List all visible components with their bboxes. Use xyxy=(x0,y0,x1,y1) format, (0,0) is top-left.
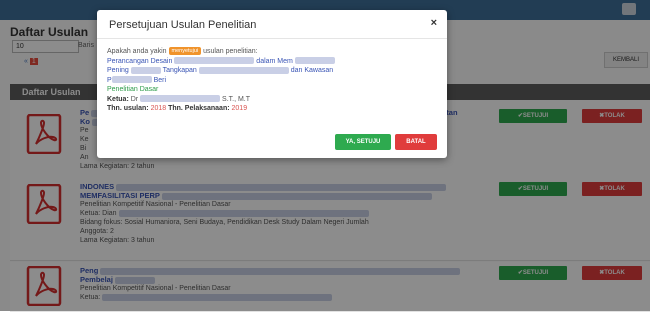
research-title: P Beri xyxy=(107,76,167,84)
modal-body: Apakah anda yakin menyetujui usulan pene… xyxy=(107,47,437,114)
research-years: Thn. usulan: 2018 Thn. Pelaksanaan: 2019 xyxy=(107,105,248,112)
research-title: Pening Tangkapan dan Kawasan xyxy=(107,66,334,74)
confirm-button[interactable]: YA, SETUJU xyxy=(335,134,391,150)
research-title: Perancangan Desain dalam Mem xyxy=(107,57,437,67)
close-icon[interactable]: × xyxy=(431,17,437,29)
research-scheme: Penelitian Dasar xyxy=(107,86,159,93)
approval-modal: Persetujuan Usulan Penelitian × Apakah a… xyxy=(97,10,447,158)
action-badge: menyetujui xyxy=(168,47,202,56)
confirm-question: Apakah anda yakin menyetujui usulan pene… xyxy=(107,47,258,56)
research-lead: Ketua: Dr S.T., M.T xyxy=(107,95,251,103)
modal-divider xyxy=(97,38,447,39)
cancel-button[interactable]: BATAL xyxy=(395,134,437,150)
modal-title: Persetujuan Usulan Penelitian xyxy=(109,19,257,31)
